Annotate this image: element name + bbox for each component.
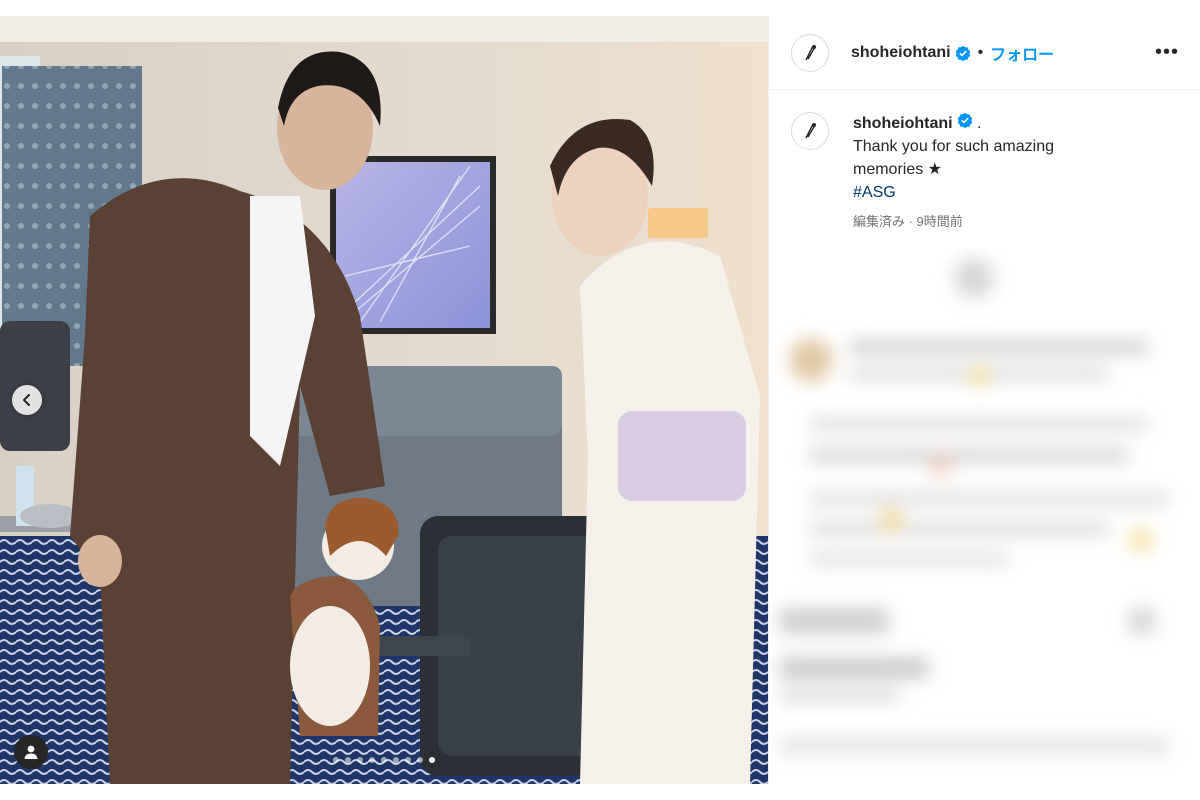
avatar-logo	[805, 123, 816, 139]
carousel-prev-button[interactable]	[12, 385, 42, 415]
photo-scene	[0, 16, 768, 784]
caption-body: shoheiohtani . Thank you for such amazin…	[853, 112, 1054, 233]
verified-badge-icon	[957, 112, 973, 128]
hashtag-link[interactable]: #ASG	[853, 181, 1054, 204]
blurred-comments-area	[769, 248, 1200, 784]
caption-line: memories ★	[853, 161, 943, 178]
follow-button[interactable]: フォロー	[990, 41, 1054, 65]
carousel-dot	[405, 757, 411, 763]
caption-line-dot: .	[977, 115, 982, 132]
carousel-dot	[417, 757, 423, 763]
carousel-dot	[381, 757, 387, 763]
verified-badge-icon	[955, 45, 971, 61]
caption-avatar[interactable]	[791, 112, 829, 150]
post-header: shoheiohtani • フォロー •••	[769, 16, 1200, 90]
carousel-dot	[369, 757, 375, 763]
carousel-dot	[393, 757, 399, 763]
avatar-logo	[805, 44, 816, 60]
caption-username[interactable]: shoheiohtani	[853, 115, 953, 132]
header-separator: •	[977, 43, 984, 61]
post-details-panel: shoheiohtani • フォロー ••• shoheiohtani . T…	[768, 16, 1200, 784]
carousel-dot	[357, 757, 363, 763]
header-username[interactable]: shoheiohtani	[851, 44, 951, 62]
profile-avatar[interactable]	[791, 33, 829, 72]
post-photo[interactable]	[0, 16, 768, 784]
user-tag-button[interactable]	[14, 735, 48, 769]
carousel-dot	[333, 757, 339, 763]
post-meta: 編集済み · 9時間前	[853, 214, 963, 229]
chevron-left-icon	[23, 394, 30, 406]
more-options-button[interactable]: •••	[1155, 41, 1179, 64]
post-caption: shoheiohtani . Thank you for such amazin…	[769, 90, 1200, 233]
carousel-indicator	[0, 757, 768, 763]
carousel-dot	[429, 757, 435, 763]
caption-line: Thank you for such amazing	[853, 138, 1054, 155]
carousel-dot	[345, 757, 351, 763]
